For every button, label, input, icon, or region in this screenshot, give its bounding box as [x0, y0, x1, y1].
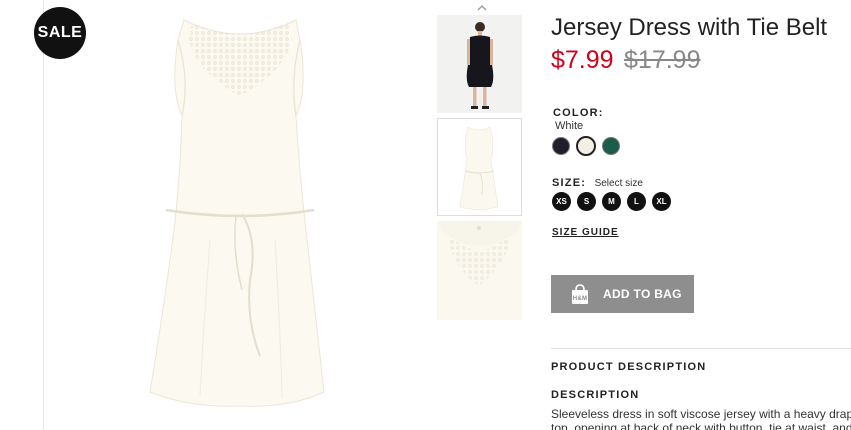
price-row: $7.99 $17.99 [551, 46, 700, 75]
selected-color: White [555, 120, 584, 132]
size-hint: Select size [594, 178, 643, 189]
color-swatch-green[interactable] [602, 137, 620, 155]
size-option-l[interactable]: L [627, 192, 646, 211]
thumbnail-white-dress[interactable] [437, 118, 522, 216]
product-title: Jersey Dress with Tie Belt [551, 14, 828, 41]
size-option-xl[interactable]: XL [652, 192, 671, 211]
section-divider [551, 348, 851, 349]
description-heading: DESCRIPTION [551, 389, 640, 401]
sale-badge: SALE [34, 7, 86, 59]
thumbnail-lace-detail[interactable] [437, 221, 522, 320]
lace-detail-photo [437, 221, 522, 320]
dress-thumb-photo [438, 119, 521, 215]
sale-price: $7.99 [551, 46, 614, 74]
chevron-up-icon[interactable] [476, 2, 488, 12]
color-label: COLOR: [553, 107, 604, 119]
size-guide-link[interactable]: SIZE GUIDE [552, 227, 619, 238]
product-page: SALE Jersey Dress with Tie Belt $7.99 $1… [0, 0, 851, 430]
original-price: $17.99 [624, 46, 701, 74]
bag-logo-text: H&M [573, 296, 588, 302]
add-to-bag-label: ADD TO BAG [603, 287, 682, 301]
color-swatches [552, 136, 620, 156]
size-option-m[interactable]: M [602, 192, 621, 211]
description-text: Sleeveless dress in soft viscose jersey … [551, 407, 851, 430]
main-product-image[interactable] [110, 0, 370, 430]
description-line-2: top, opening at back of neck with button… [551, 421, 851, 430]
dress-illustration [149, 19, 325, 407]
size-options: XS S M L XL [552, 192, 671, 211]
shopping-bag-icon: H&M [572, 284, 588, 304]
size-row: SIZE: Select size [552, 173, 643, 191]
color-swatch-navy[interactable] [552, 137, 570, 155]
size-option-s[interactable]: S [577, 192, 596, 211]
color-swatch-white[interactable] [576, 136, 596, 156]
description-line-1: Sleeveless dress in soft viscose jersey … [551, 407, 851, 421]
product-description-heading: PRODUCT DESCRIPTION [551, 361, 707, 373]
thumbnail-model-black[interactable] [437, 15, 522, 113]
size-label: SIZE: [552, 177, 587, 189]
page-divider [43, 0, 44, 430]
model-photo [437, 15, 522, 113]
size-option-xs[interactable]: XS [552, 192, 571, 211]
add-to-bag-button[interactable]: H&M ADD TO BAG [551, 275, 694, 313]
